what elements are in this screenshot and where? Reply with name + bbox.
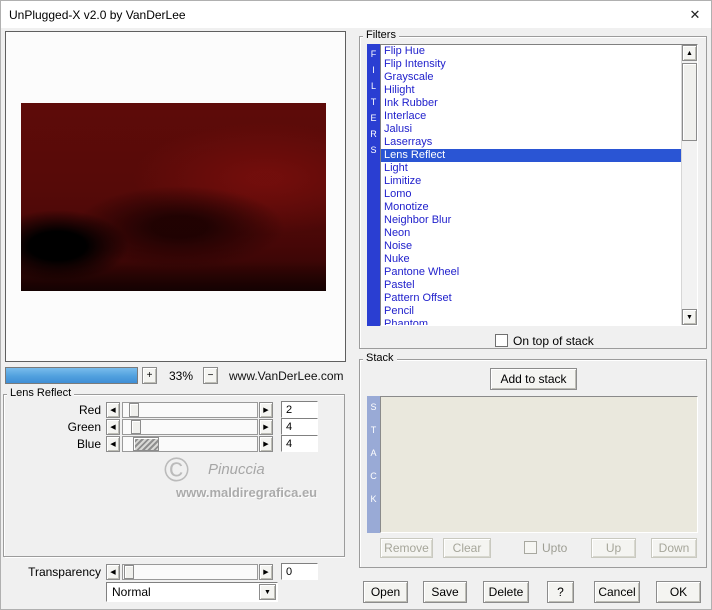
save-button[interactable]: Save <box>423 581 467 603</box>
filters-side-bar: FILTERS <box>367 44 380 326</box>
green-left-arrow-icon[interactable]: ◀ <box>106 419 120 435</box>
stack-group-label: Stack <box>363 352 397 364</box>
list-item[interactable]: Monotize <box>381 201 681 214</box>
green-right-arrow-icon[interactable]: ▶ <box>259 419 273 435</box>
list-item[interactable]: Pastel <box>381 279 681 292</box>
upto-checkbox[interactable] <box>524 541 537 554</box>
window-title: UnPlugged-X v2.0 by VanDerLee <box>9 7 186 22</box>
list-item[interactable]: Grayscale <box>381 71 681 84</box>
list-item[interactable]: Flip Intensity <box>381 58 681 71</box>
list-item[interactable]: Ink Rubber <box>381 97 681 110</box>
red-right-arrow-icon[interactable]: ▶ <box>259 402 273 418</box>
green-slider-thumb[interactable] <box>131 420 141 434</box>
open-button[interactable]: Open <box>363 581 408 603</box>
vendor-website: www.VanDerLee.com <box>229 369 344 383</box>
list-item[interactable]: Flip Hue <box>381 45 681 58</box>
red-slider-label: Red <box>78 403 101 417</box>
stack-side-bar: STACK <box>367 396 380 533</box>
zoom-value: 33% <box>168 369 194 383</box>
list-item[interactable]: Limitize <box>381 175 681 188</box>
red-value-field[interactable] <box>281 401 318 418</box>
stack-side-label: STACK <box>368 402 379 517</box>
list-item[interactable]: Pattern Offset <box>381 292 681 305</box>
transparency-left-arrow-icon[interactable]: ◀ <box>106 564 120 580</box>
blend-mode-value: Normal <box>112 585 151 599</box>
list-item[interactable]: Phantom <box>381 318 681 325</box>
lens-reflect-group-label: Lens Reflect <box>7 387 75 399</box>
zoom-out-button[interactable]: − <box>203 367 218 384</box>
filters-scrollbar[interactable]: ▲ ▼ <box>681 45 697 325</box>
filters-side-label: FILTERS <box>368 49 379 161</box>
transparency-label: Transparency <box>28 565 101 579</box>
on-top-checkbox[interactable] <box>495 334 508 347</box>
green-slider-label: Green <box>67 420 101 434</box>
delete-button[interactable]: Delete <box>483 581 529 603</box>
help-button[interactable]: ? <box>547 581 574 603</box>
down-button[interactable]: Down <box>651 538 697 558</box>
scroll-down-icon[interactable]: ▼ <box>682 309 697 325</box>
blend-mode-select[interactable]: Normal ▼ <box>106 582 278 602</box>
scrollbar-thumb[interactable] <box>682 63 697 141</box>
red-slider-track[interactable] <box>122 402 258 418</box>
up-button[interactable]: Up <box>591 538 636 558</box>
ok-button[interactable]: OK <box>656 581 701 603</box>
transparency-slider-thumb[interactable] <box>124 565 134 579</box>
transparency-slider-track[interactable] <box>122 564 258 580</box>
list-item[interactable]: Lomo <box>381 188 681 201</box>
list-item[interactable]: Neon <box>381 227 681 240</box>
blue-left-arrow-icon[interactable]: ◀ <box>106 436 120 452</box>
chevron-down-icon[interactable]: ▼ <box>259 584 276 600</box>
green-value-field[interactable] <box>281 418 318 435</box>
close-icon[interactable]: ✕ <box>686 6 704 24</box>
clear-button[interactable]: Clear <box>443 538 491 558</box>
title-bar: UnPlugged-X v2.0 by VanDerLee <box>1 1 711 28</box>
transparency-value-field[interactable] <box>281 563 318 580</box>
filters-listbox: Flip Hue Flip Intensity Grayscale Hiligh… <box>380 44 698 326</box>
list-item[interactable]: Pencil <box>381 305 681 318</box>
scroll-up-icon[interactable]: ▲ <box>682 45 697 61</box>
blue-value-field[interactable] <box>281 435 318 452</box>
list-item[interactable]: Light <box>381 162 681 175</box>
list-item[interactable]: Laserrays <box>381 136 681 149</box>
transparency-right-arrow-icon[interactable]: ▶ <box>259 564 273 580</box>
upto-checkbox-label: Upto <box>542 541 568 555</box>
cancel-button[interactable]: Cancel <box>594 581 640 603</box>
red-slider-thumb[interactable] <box>129 403 139 417</box>
list-item[interactable]: Jalusi <box>381 123 681 136</box>
remove-button[interactable]: Remove <box>380 538 433 558</box>
plugin-dialog: UnPlugged-X v2.0 by VanDerLee ✕ + 33% − … <box>0 0 712 610</box>
list-item[interactable]: Hilight <box>381 84 681 97</box>
stack-list[interactable] <box>380 396 698 533</box>
zoom-in-button[interactable]: + <box>142 367 157 384</box>
blue-slider-label: Blue <box>76 437 101 451</box>
green-slider-track[interactable] <box>122 419 258 435</box>
blue-right-arrow-icon[interactable]: ▶ <box>259 436 273 452</box>
list-item[interactable]: Nuke <box>381 253 681 266</box>
progress-bar <box>5 367 138 384</box>
add-to-stack-button[interactable]: Add to stack <box>490 368 577 390</box>
blue-slider-thumb[interactable] <box>133 437 159 451</box>
filters-group-label: Filters <box>363 29 399 41</box>
red-left-arrow-icon[interactable]: ◀ <box>106 402 120 418</box>
preview-image <box>21 103 326 291</box>
list-item[interactable]: Neighbor Blur <box>381 214 681 227</box>
list-item[interactable]: Interlace <box>381 110 681 123</box>
list-item-selected[interactable]: Lens Reflect <box>381 149 681 162</box>
list-item[interactable]: Noise <box>381 240 681 253</box>
on-top-checkbox-label: On top of stack <box>513 334 594 348</box>
list-item[interactable]: Pantone Wheel <box>381 266 681 279</box>
filters-list: Flip Hue Flip Intensity Grayscale Hiligh… <box>381 45 681 325</box>
blue-slider-track[interactable] <box>122 436 258 452</box>
separator-line <box>5 556 345 558</box>
